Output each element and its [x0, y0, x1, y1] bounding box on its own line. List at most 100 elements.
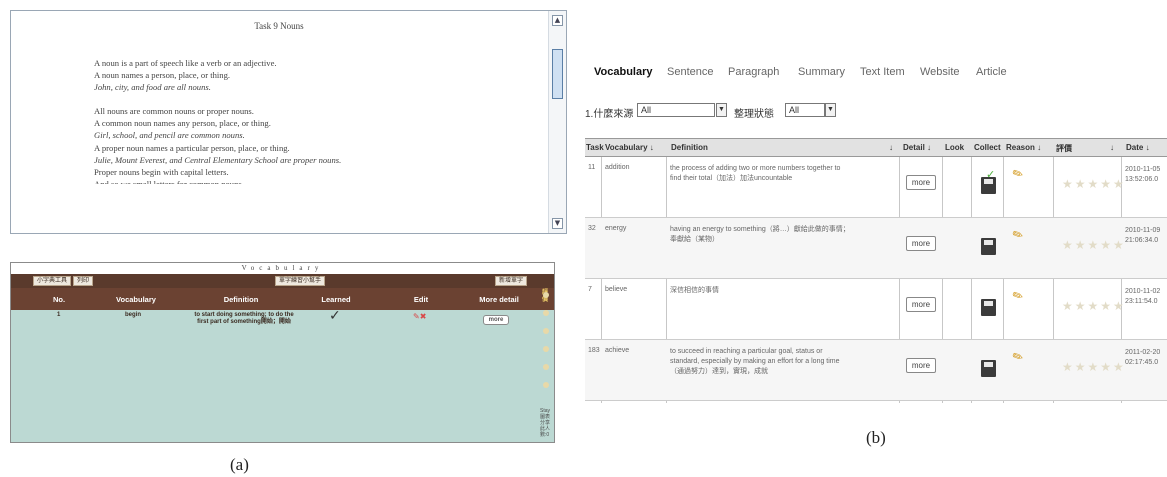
- status-filter-select[interactable]: All: [785, 103, 825, 117]
- header-no: No.: [52, 295, 66, 304]
- edit-pencil-icon[interactable]: ✎✖: [413, 312, 426, 321]
- pencil-icon[interactable]: ✏: [1010, 166, 1025, 184]
- row-word: believe: [605, 286, 628, 293]
- collect-floppy-icon[interactable]: [981, 299, 996, 316]
- table-row: 32 energy having an energy to something（…: [585, 218, 1167, 279]
- row-date: 2011-02-20 02:17:45.0: [1125, 349, 1161, 366]
- row-task: 7: [588, 286, 592, 293]
- more-button[interactable]: more: [483, 315, 509, 325]
- row-date: 2010-11-02 23:11:54.0: [1125, 288, 1161, 305]
- tab-sentence[interactable]: Sentence: [667, 66, 713, 78]
- vocabulary-window: Vocabulary 小字典工具 列印 單字練習小幫手 新增單字 No. Voc…: [10, 262, 555, 443]
- rating-stars[interactable]: ★★★★★: [1062, 177, 1124, 192]
- caption-a: (a): [230, 455, 249, 474]
- row-date: 2010-11-09 21:06:34.0: [1125, 227, 1161, 244]
- header-vocabulary: Vocabulary: [116, 295, 156, 304]
- header-date[interactable]: Date ↓: [1126, 143, 1150, 152]
- row-definition: having an energy to something（將…）獻給此做的事情…: [670, 226, 850, 243]
- rating-dot-icon[interactable]: [543, 382, 549, 388]
- tab-website[interactable]: Website: [920, 66, 960, 78]
- reading-line: Girl, school, and pencil are common noun…: [94, 130, 245, 141]
- rating-dot-icon[interactable]: [543, 292, 549, 298]
- reading-scrollbar[interactable]: ▲ ▼: [548, 11, 566, 233]
- tab-summary[interactable]: Summary: [798, 66, 845, 78]
- row-definition: to start doing something; to do the firs…: [194, 312, 294, 325]
- more-button[interactable]: more: [906, 297, 936, 312]
- vocabulary-table-header: No. Vocabulary Definition Learned Edit M…: [11, 288, 554, 310]
- chevron-down-icon[interactable]: ▼: [716, 103, 727, 117]
- reading-line: A noun names a person, place, or thing.: [94, 70, 231, 81]
- rating-stats: Stay 圖表 分享 此人 數:0: [540, 408, 551, 438]
- header-rating-sort[interactable]: ↓: [1110, 143, 1114, 152]
- source-filter-label: 1.什麼來源: [585, 109, 634, 120]
- header-rating[interactable]: 評價: [1056, 143, 1072, 154]
- row-word: begin: [125, 312, 141, 318]
- learned-check-icon: ✓: [329, 308, 341, 324]
- header-definition-sort[interactable]: ↓: [889, 143, 893, 152]
- vocabulary-toolbar: 小字典工具 列印 單字練習小幫手 新增單字: [11, 274, 554, 288]
- reading-line: Proper nouns begin with capital letters.: [94, 166, 229, 177]
- tab-vocabulary[interactable]: Vocabulary: [594, 66, 653, 78]
- row-definition: the process of adding two or more number…: [670, 165, 841, 182]
- source-filter-select[interactable]: All: [637, 103, 715, 117]
- reading-line: And so we small letters for common nouns…: [94, 178, 244, 184]
- more-button[interactable]: more: [906, 358, 936, 373]
- print-button[interactable]: 列印: [73, 276, 94, 286]
- scroll-thumb[interactable]: [552, 49, 563, 99]
- reading-title: Task 9 Nouns: [254, 21, 304, 31]
- header-look[interactable]: Look: [945, 143, 964, 152]
- pencil-icon[interactable]: ✏: [1010, 349, 1025, 367]
- header-detail[interactable]: Detail ↓: [903, 143, 931, 152]
- dictionary-tool-button[interactable]: 小字典工具: [33, 276, 72, 286]
- rating-stars[interactable]: ★★★★★: [1062, 360, 1124, 375]
- rating-dot-icon[interactable]: [543, 364, 549, 370]
- reading-window: Task 9 Nouns A noun is a part of speech …: [10, 10, 567, 234]
- reading-line: All nouns are common nouns or proper nou…: [94, 106, 254, 117]
- more-button[interactable]: more: [906, 175, 936, 190]
- header-task[interactable]: Task: [586, 143, 604, 152]
- collect-floppy-icon[interactable]: [981, 168, 996, 194]
- table-row: 183 achieve to succeed in reaching a par…: [585, 340, 1167, 401]
- collect-floppy-icon[interactable]: [981, 238, 996, 255]
- add-word-button[interactable]: 新增單字: [495, 276, 528, 286]
- reading-line: A common noun names any person, place, o…: [94, 118, 271, 129]
- tab-article[interactable]: Article: [976, 66, 1007, 78]
- row-no: 1: [57, 312, 61, 318]
- header-edit: Edit: [413, 295, 429, 304]
- tab-text-item[interactable]: Text Item: [860, 66, 905, 78]
- vocabulary-title: Vocabulary: [11, 263, 554, 274]
- row-definition: 深信相信的事情: [670, 287, 719, 294]
- header-definition: Definition: [223, 295, 259, 304]
- scroll-down-icon[interactable]: ▼: [552, 218, 563, 229]
- header-vocabulary[interactable]: Vocabulary ↓: [605, 143, 654, 152]
- table-header: Task Vocabulary ↓ Definition ↓ Detail ↓ …: [585, 139, 1167, 157]
- scroll-up-icon[interactable]: ▲: [552, 15, 563, 26]
- row-task: 183: [588, 347, 600, 354]
- rating-stars[interactable]: ★★★★★: [1062, 299, 1124, 314]
- row-task: 32: [588, 225, 596, 232]
- rating-dot-icon[interactable]: [543, 346, 549, 352]
- collect-floppy-icon[interactable]: [981, 360, 996, 377]
- rating-stars[interactable]: ★★★★★: [1062, 238, 1124, 253]
- header-definition[interactable]: Definition: [671, 143, 708, 152]
- reading-line: Julie, Mount Everest, and Central Elemen…: [94, 154, 342, 165]
- header-collect[interactable]: Collect: [974, 143, 1001, 152]
- header-learned: Learned: [321, 295, 351, 304]
- chevron-down-icon[interactable]: ▼: [825, 103, 836, 117]
- tab-paragraph[interactable]: Paragraph: [728, 66, 779, 78]
- pencil-icon[interactable]: ✏: [1010, 288, 1025, 306]
- practice-helper-button[interactable]: 單字練習小幫手: [275, 276, 326, 286]
- header-reason[interactable]: Reason ↓: [1006, 143, 1041, 152]
- more-button[interactable]: more: [906, 236, 936, 251]
- table-row: 7 believe 深信相信的事情 more ✏ ★★★★★ 2010-11-0…: [585, 279, 1167, 340]
- table-row: 1 begin to start doing something; to do …: [11, 308, 554, 342]
- reading-line: A proper noun names a particular person,…: [94, 142, 290, 153]
- rating-dot-icon[interactable]: [543, 328, 549, 334]
- row-word: addition: [605, 164, 630, 171]
- header-more-detail: More detail: [479, 295, 519, 304]
- vocabulary-table: Task Vocabulary ↓ Definition ↓ Detail ↓ …: [585, 138, 1167, 403]
- rating-dot-icon[interactable]: [543, 310, 549, 316]
- reading-line: A noun is a part of speech like a verb o…: [94, 58, 277, 68]
- row-word: energy: [605, 225, 627, 232]
- pencil-icon[interactable]: ✏: [1010, 227, 1025, 245]
